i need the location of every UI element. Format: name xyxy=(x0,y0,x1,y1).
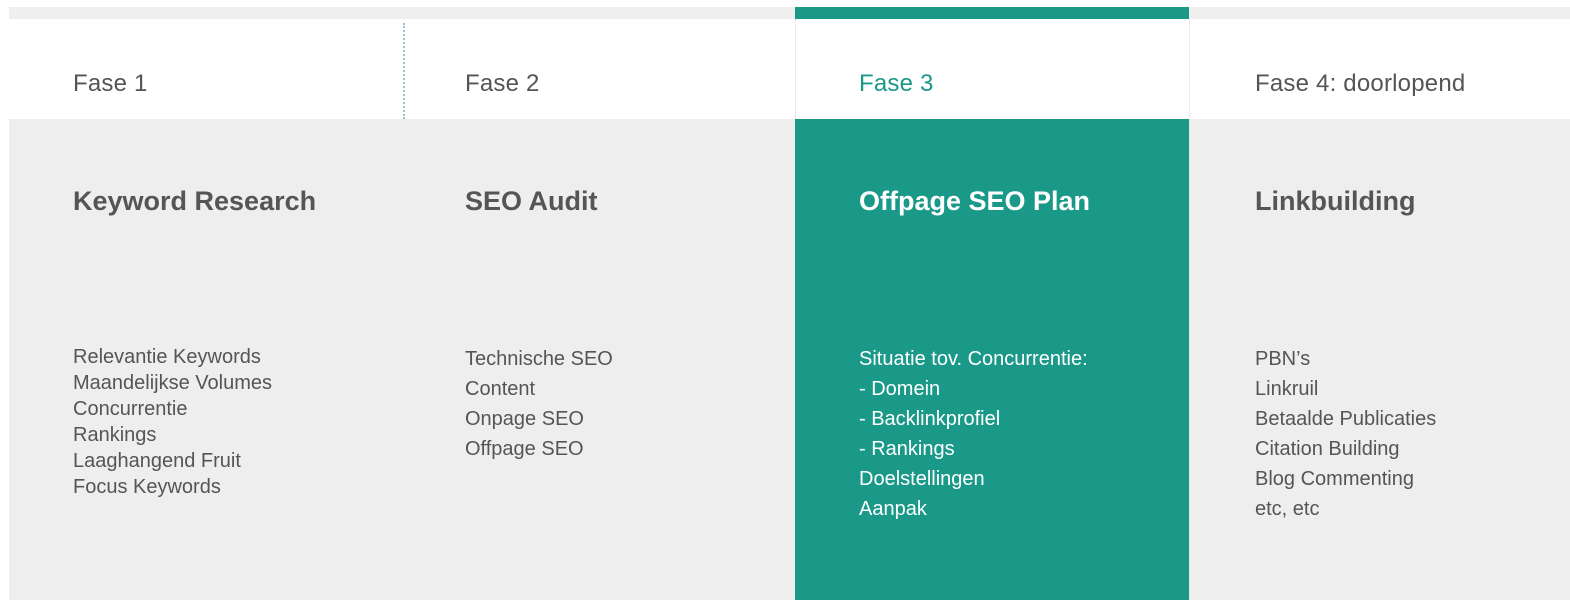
seo-phases-diagram: Fase 1 Keyword Research Relevantie Keywo… xyxy=(9,7,1570,600)
phase-header-2: Fase 2 xyxy=(401,19,795,119)
list-item: Citation Building xyxy=(1255,438,1400,460)
list-item: Rankings xyxy=(73,424,157,446)
phase-item-list: PBN’s Linkruil Betaalde Publicaties Cita… xyxy=(1255,344,1436,524)
phase-title: Linkbuilding xyxy=(1255,186,1416,216)
column-divider xyxy=(1189,19,1190,600)
list-item: Aanpak xyxy=(859,498,927,520)
phase-title: Offpage SEO Plan xyxy=(859,186,1091,216)
list-item: Blog Commenting xyxy=(1255,468,1414,490)
list-item: Situatie tov. Concurrentie: xyxy=(859,348,1088,370)
list-item: etc, etc xyxy=(1255,498,1320,520)
phase-title: Keyword Research xyxy=(73,186,317,216)
list-item: - Backlinkprofiel xyxy=(859,408,1001,430)
phase-item-list: Situatie tov. Concurrentie: - Domein - B… xyxy=(859,344,1088,524)
phase-title: SEO Audit xyxy=(465,186,598,216)
list-item: Concurrentie xyxy=(73,398,188,420)
list-item: Offpage SEO xyxy=(465,438,584,460)
phase-label: Fase 4: doorlopend xyxy=(1255,70,1466,97)
phase-item-list: Relevantie Keywords Maandelijkse Volumes… xyxy=(73,344,272,500)
list-item: Maandelijkse Volumes xyxy=(73,372,272,394)
phase-item-list: Technische SEO Content Onpage SEO Offpag… xyxy=(465,344,613,464)
list-item: Betaalde Publicaties xyxy=(1255,408,1437,430)
phase-header-1: Fase 1 xyxy=(9,19,404,119)
list-item: Linkruil xyxy=(1255,378,1319,400)
list-item: Doelstellingen xyxy=(859,468,985,490)
phase-column-4: Fase 4: doorlopend Linkbuilding PBN’s Li… xyxy=(1189,7,1570,600)
list-item: - Domein xyxy=(859,378,941,400)
column-divider xyxy=(403,23,405,119)
active-accent-bar xyxy=(795,7,1189,19)
list-item: Technische SEO xyxy=(465,348,613,370)
column-divider xyxy=(795,19,796,119)
list-item: Content xyxy=(465,378,536,400)
list-item: - Rankings xyxy=(859,438,955,460)
phase-label: Fase 2 xyxy=(465,70,540,97)
list-item: Focus Keywords xyxy=(73,476,221,498)
list-item: Onpage SEO xyxy=(465,408,584,430)
list-item: Relevantie Keywords xyxy=(73,346,261,368)
phase-label: Fase 1 xyxy=(73,70,148,97)
phase-column-3: Fase 3 Offpage SEO Plan Situatie tov. Co… xyxy=(795,7,1189,600)
phase-label: Fase 3 xyxy=(859,70,934,97)
list-item: PBN’s xyxy=(1255,348,1311,370)
phase-header-4: Fase 4: doorlopend xyxy=(1189,19,1570,119)
list-item: Laaghangend Fruit xyxy=(73,450,241,472)
phase-header-3: Fase 3 xyxy=(795,19,1189,119)
phase-column-1: Fase 1 Keyword Research Relevantie Keywo… xyxy=(9,7,404,600)
phase-column-2: Fase 2 SEO Audit Technische SEO Content … xyxy=(401,7,795,600)
